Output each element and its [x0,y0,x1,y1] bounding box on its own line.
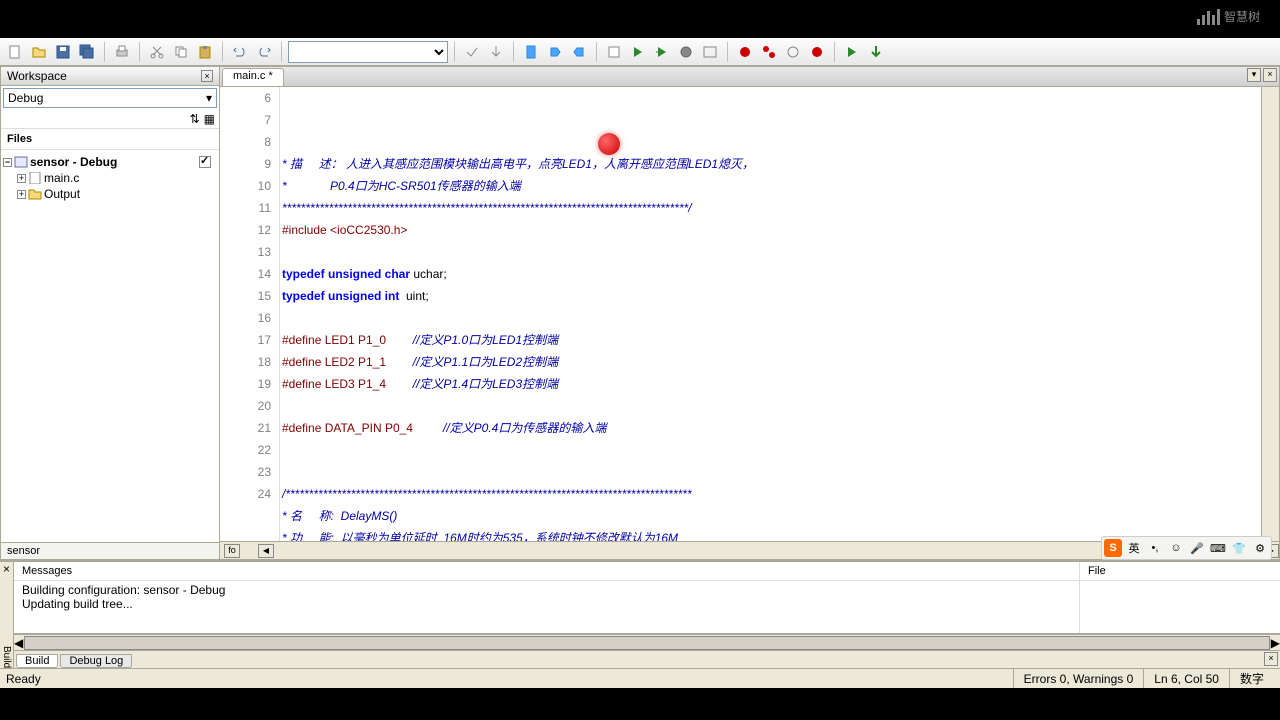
status-ready: Ready [6,672,1013,686]
output-panel: × Build Messages Building configuration:… [0,560,1280,668]
download-debug-button[interactable] [841,41,863,63]
save-button[interactable] [52,41,74,63]
find-combo[interactable] [288,41,448,63]
out-scroll-right[interactable]: ▶ [1271,636,1280,650]
debug-without-download-button[interactable] [865,41,887,63]
tb-btn-1[interactable] [461,41,483,63]
tb-btn-2[interactable] [485,41,507,63]
compile-button[interactable] [603,41,625,63]
laser-pointer-overlay [598,133,620,155]
output-hscrollbar[interactable]: ◀ ▶ [14,634,1280,650]
paste-button[interactable] [194,41,216,63]
status-cursor-pos: Ln 6, Col 50 [1143,669,1229,688]
tb-brk-2[interactable] [758,41,780,63]
status-bar: Ready Errors 0, Warnings 0 Ln 6, Col 50 … [0,668,1280,688]
ws-icon-2[interactable]: ▦ [204,112,215,126]
undo-button[interactable] [229,41,251,63]
next-bookmark-button[interactable] [544,41,566,63]
ime-settings-button[interactable]: ⚙ [1251,539,1269,557]
ime-keyboard-button[interactable]: ⌨ [1209,539,1227,557]
tab-dropdown-button[interactable]: ▾ [1247,68,1261,82]
c-file-icon [28,172,42,184]
prev-bookmark-button[interactable] [568,41,590,63]
watermark-text: 智慧树 [1224,8,1260,25]
cut-button[interactable] [146,41,168,63]
config-dropdown[interactable]: Debug ▾ [3,88,217,108]
rebuild-button[interactable] [651,41,673,63]
tree-expand-icon-2[interactable]: + [17,190,26,199]
tree-expand-icon[interactable]: + [17,174,26,183]
file-tabs: main.c * ▾ × [220,67,1279,87]
project-icon [14,156,28,168]
ime-lang-button[interactable]: 英 [1125,539,1143,557]
out-scroll-left[interactable]: ◀ [14,636,23,650]
line-number-gutter: 6789101112131415161718192021222324 [220,87,280,541]
vertical-scrollbar[interactable] [1261,87,1279,541]
redo-button[interactable] [253,41,275,63]
tree-item-label: main.c [44,171,79,185]
open-file-button[interactable] [28,41,50,63]
output-tabs-close[interactable]: × [1264,652,1278,666]
toggle-bookmark-button[interactable] [520,41,542,63]
copy-button[interactable] [170,41,192,63]
batch-build-button[interactable] [699,41,721,63]
file-tab-main-c[interactable]: main.c * [222,68,284,86]
output-side-label: Build [1,646,12,668]
file-column-header: File [1080,562,1280,581]
ime-punct-button[interactable]: •, [1146,539,1164,557]
video-watermark: 智慧树 [1197,8,1260,25]
status-errors: Errors 0, Warnings 0 [1013,669,1144,688]
stop-build-button[interactable] [675,41,697,63]
ime-toolbar[interactable]: S 英 •, ☺ 🎤 ⌨ 👕 ⚙ [1101,536,1272,560]
workspace-bottom-tab[interactable]: sensor [1,542,219,559]
ime-voice-button[interactable]: 🎤 [1188,539,1206,557]
watermark-bars-icon [1197,9,1220,25]
chevron-down-icon: ▾ [206,91,212,105]
workspace-tree: − sensor - Debug + main.c + Output [1,150,219,542]
disable-breakpoint-button[interactable] [806,41,828,63]
tb-brk-3[interactable] [782,41,804,63]
tab-close-button[interactable]: × [1263,68,1277,82]
ime-logo-icon[interactable]: S [1104,539,1122,557]
output-tabs: Build Debug Log × [14,650,1280,668]
new-file-button[interactable] [4,41,26,63]
main-toolbar [0,38,1280,66]
tree-item-main-c[interactable]: + main.c [3,170,217,186]
print-button[interactable] [111,41,133,63]
tree-root-check[interactable] [199,156,211,168]
ime-skin-button[interactable]: 👕 [1230,539,1248,557]
ws-icon-1[interactable]: ⇅ [190,112,200,126]
workspace-title: Workspace [7,69,67,83]
save-all-button[interactable] [76,41,98,63]
tree-item-output[interactable]: + Output [3,186,217,202]
messages-list[interactable]: Building configuration: sensor - DebugUp… [14,581,1079,633]
code-content[interactable]: * 描 述： 人进入其感应范围模块输出高电平，点亮LED1，人离开感应范围LED… [280,87,1261,541]
ide-window: Workspace × Debug ▾ ⇅ ▦ Files − sensor -… [0,38,1280,688]
config-value: Debug [8,91,43,105]
folder-icon [28,188,42,200]
tree-collapse-icon[interactable]: − [3,158,12,167]
make-button[interactable] [627,41,649,63]
code-editor[interactable]: 6789101112131415161718192021222324 * 描 述… [220,87,1279,541]
tree-item-label-2: Output [44,187,80,201]
output-tab-build[interactable]: Build [16,654,58,668]
toggle-breakpoint-button[interactable] [734,41,756,63]
output-tab-debug-log[interactable]: Debug Log [60,654,132,668]
messages-column-header: Messages [14,562,1079,581]
status-ime-mode: 数字 [1229,669,1274,688]
workspace-panel: Workspace × Debug ▾ ⇅ ▦ Files − sensor -… [0,66,220,560]
workspace-close-button[interactable]: × [201,70,213,82]
ime-emoji-button[interactable]: ☺ [1167,539,1185,557]
files-header: Files [1,129,219,150]
tree-root-label: sensor - Debug [30,155,117,169]
output-close-button[interactable]: × [3,562,10,576]
editor-area: main.c * ▾ × 678910111213141516171819202… [220,66,1280,560]
scroll-left-button[interactable]: ◀ [258,544,274,558]
tree-root[interactable]: − sensor - Debug [3,154,217,170]
